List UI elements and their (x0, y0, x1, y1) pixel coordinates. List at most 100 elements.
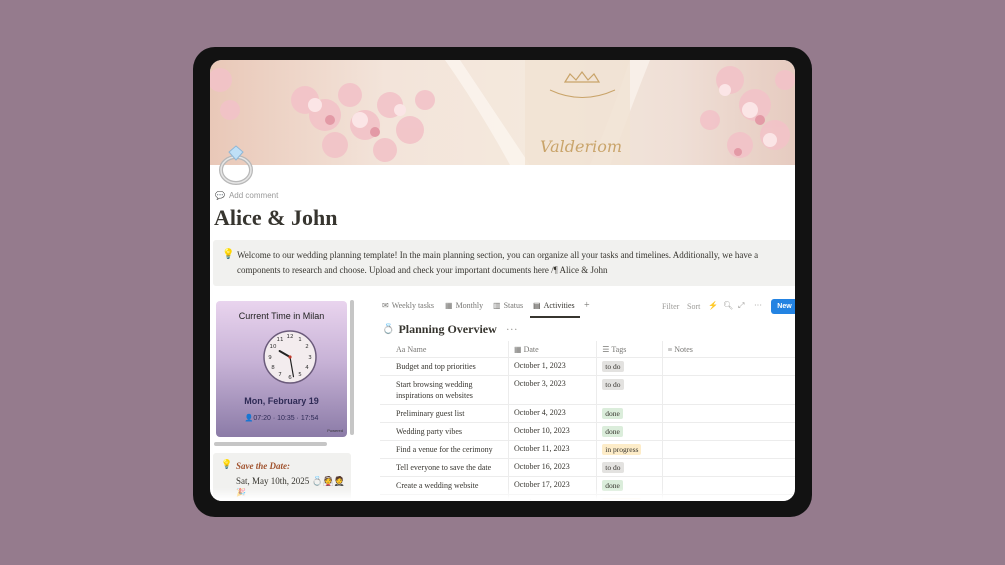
clock-widget-title: Current Time in Milan (238, 311, 325, 321)
row-tags[interactable]: in progress (596, 440, 663, 459)
table-row[interactable]: Tell everyone to save the date October 16… (380, 458, 795, 477)
svg-text:10: 10 (270, 344, 277, 350)
list-icon: ☰ (602, 344, 612, 354)
add-view-button[interactable]: + (584, 300, 590, 311)
clock-widget-date: Mon, February 19 (244, 396, 319, 406)
row-tags[interactable]: to do (596, 357, 663, 376)
row-notes[interactable] (661, 422, 795, 441)
callout-text: Welcome to our wedding planning template… (237, 248, 795, 277)
row-name[interactable]: Find a venue for the cerimony (380, 440, 509, 459)
scroll-fade (210, 488, 795, 501)
tab-label: Status (503, 301, 524, 310)
row-notes[interactable] (661, 375, 795, 405)
table-header-row: Aa Name ▦ Date ☰ Tags ≡ Notes (380, 341, 795, 358)
database-more-icon[interactable]: ··· (506, 322, 518, 337)
table-row[interactable]: Preliminary guest list October 4, 2023 don… (380, 404, 795, 423)
filter-button[interactable]: Filter (662, 302, 679, 311)
table-icon: ▤ (533, 301, 541, 310)
row-date[interactable]: October 4, 2023 (507, 404, 597, 423)
clock-widget-times: 👤07:20 · 10:35 · 17:54 (216, 414, 347, 422)
wedding-cover-art: Valderiom (210, 60, 795, 165)
svg-text:8: 8 (271, 365, 275, 371)
lightbulb-icon: 💡 (222, 249, 235, 260)
expand-icon[interactable]: ⤢ (738, 301, 744, 311)
planning-table: Aa Name ▦ Date ☰ Tags ≡ Notes Budget and… (380, 341, 795, 501)
more-options-icon[interactable]: ··· (754, 301, 762, 310)
save-the-date-label: Save the Date: (236, 461, 290, 471)
status-tag: done (602, 426, 623, 437)
row-date[interactable]: October 1, 2023 (507, 357, 597, 376)
board-icon: ▥ (493, 301, 501, 310)
calendar-icon: ▦ (514, 344, 524, 354)
row-date[interactable]: October 16, 2023 (507, 458, 597, 477)
callout-line-2: components to research and choose. Uploa… (237, 264, 608, 275)
automation-icon[interactable]: ⚡ (708, 301, 718, 310)
row-date[interactable]: October 11, 2023 (507, 440, 597, 459)
row-tags[interactable]: to do (596, 375, 663, 405)
status-tag: to do (602, 361, 624, 372)
save-the-date-date: Sat, May 10th, 2025 💍👰🤵 (236, 476, 346, 486)
ring-icon: 💍 (382, 324, 395, 335)
tab-label: Activities (543, 301, 575, 310)
row-tags[interactable]: done (596, 404, 663, 423)
calendar-icon: ▦ (445, 301, 453, 310)
svg-text:7: 7 (278, 372, 282, 378)
tab-label: Monthly (455, 301, 484, 310)
ring-icon[interactable] (218, 140, 258, 186)
sort-button[interactable]: Sort (687, 302, 700, 311)
add-comment-button[interactable]: 💬 Add comment (215, 191, 278, 200)
table-row[interactable]: Find a venue for the cerimony October 11,… (380, 440, 795, 459)
table-row[interactable]: Wedding party vibes October 10, 2023 done (380, 422, 795, 441)
svg-text:9: 9 (268, 355, 272, 361)
widget-vertical-scrollbar[interactable] (350, 300, 354, 435)
database-title[interactable]: 💍 Planning Overview ··· (382, 322, 518, 337)
tab-activities[interactable]: ▤ Activities (533, 301, 575, 310)
database-title-text: Planning Overview (398, 322, 497, 336)
column-header-date[interactable]: ▦ Date (507, 341, 597, 358)
row-notes[interactable] (661, 357, 795, 376)
times-text: 07:20 · 10:35 · 17:54 (253, 415, 319, 422)
row-name[interactable]: Preliminary guest list (380, 404, 509, 423)
cover-image[interactable]: Valderiom (210, 60, 795, 165)
column-header-name[interactable]: Aa Name (380, 341, 509, 358)
row-name[interactable]: Start browsing wedding inspirations on w… (380, 375, 509, 405)
welcome-callout[interactable]: 💡 Welcome to our wedding planning templa… (213, 240, 795, 286)
status-tag: to do (602, 462, 624, 473)
column-header-notes[interactable]: ≡ Notes (661, 341, 795, 358)
mail-icon: ✉ (382, 301, 389, 310)
new-button[interactable]: New (771, 299, 795, 314)
row-notes[interactable] (661, 458, 795, 477)
row-name[interactable]: Budget and top priorities (380, 357, 509, 376)
svg-text:11: 11 (277, 337, 284, 343)
page-title[interactable]: Alice & John (214, 205, 337, 231)
header-label: Name (407, 344, 427, 354)
svg-text:12: 12 (287, 334, 294, 340)
header-label: Notes (674, 344, 693, 354)
active-tab-underline (530, 316, 580, 318)
svg-text:3: 3 (308, 355, 312, 361)
lightbulb-icon: 💡 (221, 459, 233, 469)
column-header-tags[interactable]: ☰ Tags (596, 341, 663, 358)
table-row[interactable]: Budget and top priorities October 1, 2023… (380, 357, 795, 376)
tab-weekly-tasks[interactable]: ✉ Weekly tasks (382, 301, 434, 310)
search-icon[interactable]: 🔍︎ (723, 301, 733, 310)
clock-widget[interactable]: Current Time in Milan 12 1 2 345 678 9 10 11… (216, 301, 347, 437)
row-notes[interactable] (661, 404, 795, 423)
text-type-icon: Aa (396, 344, 408, 354)
row-notes[interactable] (661, 440, 795, 459)
row-tags[interactable]: to do (596, 458, 663, 477)
row-tags[interactable]: done (596, 422, 663, 441)
widget-horizontal-scrollbar[interactable] (214, 442, 327, 446)
status-tag: in progress (602, 444, 642, 455)
svg-text:1: 1 (298, 337, 302, 343)
tab-status[interactable]: ▥ Status (493, 301, 523, 310)
row-date[interactable]: October 3, 2023 (507, 375, 597, 405)
row-name[interactable]: Tell everyone to save the date (380, 458, 509, 477)
row-date[interactable]: October 10, 2023 (507, 422, 597, 441)
tab-monthly[interactable]: ▦ Monthly (445, 301, 483, 310)
table-row[interactable]: Start browsing wedding inspirations on w… (380, 375, 795, 405)
row-name[interactable]: Wedding party vibes (380, 422, 509, 441)
header-label: Tags (611, 344, 627, 354)
status-tag: to do (602, 379, 624, 390)
svg-text:4: 4 (305, 365, 309, 371)
